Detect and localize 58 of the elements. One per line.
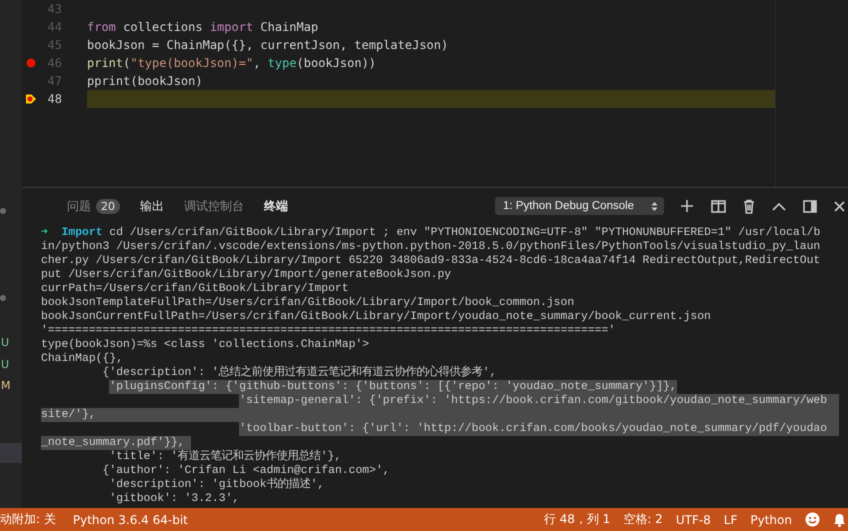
terminal-line: cher.py /Users/crifan/GitBook/Library/Import 65220 34806ad9-833a-4524-8cd6-18ca4aa74f14 RedirectOutput,RedirectOut bbox=[41, 254, 822, 268]
terminal-line: '==================================================================================' bbox=[41, 324, 616, 338]
terminal-line: ➜ Import cd /Users/crifan/GitBook/Library/Import ; env "PYTHONIOENCODING=UTF-8" "PYTHONUNBUFFERED=1" /usr/local/b bbox=[41, 226, 822, 240]
smiley-icon[interactable] bbox=[805, 512, 820, 527]
updown-caret-icon bbox=[651, 200, 658, 212]
terminal-line: in/python3 /Users/crifan/.vscode/extensions/ms-python.python-2018.5.0/pythonFiles/PythonTools/visualstudio_py_laun bbox=[41, 240, 822, 254]
terminal-line: put /Users/crifan/GitBook/Library/Import/generateBookJson.py bbox=[41, 268, 452, 282]
plus-icon[interactable] bbox=[680, 199, 694, 213]
panel-tab-label: 问题 bbox=[67, 198, 91, 214]
panel-tab[interactable]: 终端 bbox=[254, 193, 298, 219]
trash-icon[interactable] bbox=[743, 198, 755, 214]
status-item[interactable]: Python bbox=[750, 512, 792, 526]
dot-icon bbox=[0, 295, 6, 301]
git-status-letter: U bbox=[0, 336, 10, 351]
status-item[interactable]: LF bbox=[724, 512, 738, 526]
panel-tab[interactable]: 调试控制台 bbox=[174, 193, 254, 219]
terminal-line: currPath=/Users/crifan/GitBook/Library/Import bbox=[41, 282, 350, 296]
terminal-line: {'author': 'Crifan Li <admin@crifan.com>', bbox=[102, 464, 391, 478]
git-status-letter: U bbox=[0, 358, 10, 373]
git-status-letter: M bbox=[0, 379, 10, 394]
status-item[interactable]: UTF-8 bbox=[676, 512, 711, 526]
terminal-dropdown[interactable]: 1: Python Debug Console bbox=[495, 197, 664, 215]
terminal-line: site/'}, bbox=[41, 408, 839, 422]
terminal-line: bookJsonTemplateFullPath=/Users/crifan/GitBook/Library/Import/book_common.json bbox=[41, 296, 576, 310]
terminal-line: bookJsonCurrentFullPath=/Users/crifan/GitBook/Library/Import/youdao_note_summary/book_current.json bbox=[41, 310, 712, 324]
line-number: 47 bbox=[46, 74, 62, 88]
bell-icon[interactable] bbox=[833, 512, 846, 526]
terminal-line: ChainMap({}, bbox=[41, 352, 124, 366]
panel-layout-icon[interactable] bbox=[803, 200, 817, 212]
terminal-line: _note_summary.pdf'}}, bbox=[41, 436, 839, 450]
status-item[interactable]: Python 3.6.4 64-bit bbox=[72, 512, 188, 526]
paused-breakpoint-icon[interactable] bbox=[25, 93, 37, 105]
code-line: print("type(bookJson)=", type(bookJson)) bbox=[87, 55, 378, 72]
terminal-line: {'description': '总结之前使用过有道云笔记和有道云协作的心得供参考', bbox=[102, 366, 498, 380]
status-item[interactable]: 行 48，列 1 bbox=[544, 511, 610, 528]
line-number: 44 bbox=[46, 20, 62, 34]
status-item[interactable]: 动附加: 关 bbox=[0, 511, 56, 528]
line-number: 43 bbox=[46, 2, 62, 16]
close-icon[interactable] bbox=[834, 200, 845, 212]
line-number: 48 bbox=[46, 92, 62, 106]
terminal-line: 'title': '有道云笔记和云协作使用总结'}, bbox=[108, 450, 342, 464]
selected-row-marker bbox=[0, 443, 22, 463]
panel-tab[interactable]: 问题 20 bbox=[57, 193, 130, 219]
terminal-line: type(bookJson)=%s <class 'collections.ChainMap'> bbox=[41, 338, 370, 352]
line-number: 45 bbox=[46, 38, 62, 52]
code-line: from collections import ChainMap bbox=[87, 19, 320, 36]
terminal-line: 'description': 'gitbook书的描述', bbox=[108, 478, 326, 492]
dot-icon bbox=[0, 208, 6, 214]
breakpoint-icon[interactable] bbox=[26, 58, 36, 68]
chevron-up-icon[interactable] bbox=[772, 202, 786, 210]
line-number: 46 bbox=[46, 56, 62, 70]
panel-tab[interactable]: 输出 bbox=[130, 193, 174, 219]
code-line: bookJson = ChainMap({}, currentJson, templateJson) bbox=[87, 37, 450, 54]
count-badge: 20 bbox=[96, 198, 120, 214]
status-item[interactable]: 空格: 2 bbox=[623, 511, 663, 528]
split-icon[interactable] bbox=[711, 200, 726, 212]
code-line: pprint(bookJson) bbox=[87, 73, 204, 90]
terminal-line: 'gitbook': '3.2.3', bbox=[108, 492, 240, 506]
